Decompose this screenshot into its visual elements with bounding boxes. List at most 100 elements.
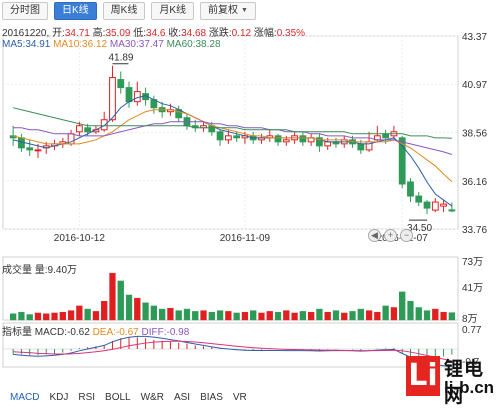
volume-bar (183, 308, 191, 321)
price-tick-label: 43.37 (462, 32, 487, 43)
quote-low-label: 低: (133, 28, 147, 39)
candle-body (440, 203, 447, 207)
volume-bar (225, 311, 232, 321)
volume-bar (208, 311, 215, 321)
indicator-tab-asi[interactable]: ASI (174, 392, 190, 403)
zoom-out-button[interactable]: − (400, 229, 413, 242)
quote-close-label: 收: (168, 28, 182, 39)
candle-body (274, 135, 282, 143)
kline-chart[interactable]: 43.37 40.97 38.56 36.16 33.76 2016-10-12 2016-… (0, 22, 500, 378)
price-tick-label: 36.16 (462, 177, 487, 188)
indicator-tab-rsi[interactable]: RSI (78, 392, 95, 403)
volume-bar (382, 305, 389, 321)
indicator-tab-macd[interactable]: MACD (10, 392, 39, 403)
volume-bar (423, 310, 431, 321)
quote-change-label: 涨跌: (208, 28, 232, 39)
caret-down-icon: ▼ (241, 7, 248, 14)
tab-weekly-k[interactable]: 周K线 (102, 2, 146, 20)
candle-body (407, 181, 414, 197)
volume-bar (43, 313, 50, 321)
quote-high-label: 高: (92, 28, 106, 39)
x-tick-label: 2016-10-12 (54, 233, 106, 244)
volume-bar (258, 312, 265, 321)
watermark-logo: Li 锂电网 li-b.cn (406, 352, 500, 408)
volume-bar (324, 311, 331, 321)
indicator-tab-boll[interactable]: BOLL (105, 392, 131, 403)
volume-bar (101, 301, 108, 321)
volume-bar (84, 308, 91, 321)
volume-bar (291, 312, 298, 321)
volume-bar (432, 308, 439, 321)
watermark-url: li-b.cn (444, 378, 495, 397)
adjust-dropdown[interactable]: 前复权 ▼ (200, 2, 256, 20)
volume-bar (18, 311, 25, 321)
volume-bar (266, 311, 273, 321)
volume-bar (34, 312, 42, 321)
volume-bar (250, 310, 257, 321)
candle-body (448, 209, 456, 212)
volume-bar (117, 280, 124, 321)
candle-body (125, 87, 133, 103)
tab-monthly-k[interactable]: 月K线 (151, 2, 195, 20)
quote-low: 34.6 (146, 28, 166, 39)
dif-value: DIFF:-0.98 (141, 327, 190, 338)
ma-legend: MA5:34.91 MA10:36.12 MA30:37.47 MA60:38.… (2, 39, 221, 50)
candle-body (216, 131, 224, 141)
candle-body (75, 125, 83, 133)
scroll-left-button[interactable]: ◀ (368, 229, 381, 242)
volume-bar (167, 308, 174, 321)
price-tick-label: 33.76 (462, 225, 487, 236)
volume-bar (150, 305, 158, 321)
indicator-tabs: MACD KDJ RSI BOLL W&R ASI BIAS VR (0, 388, 247, 406)
quote-open-label: 开: (52, 28, 65, 39)
volume-bar (200, 310, 207, 321)
tab-daily-k[interactable]: 日K线 (54, 2, 97, 20)
price-tick-label: 40.97 (462, 80, 487, 91)
volume-bar (357, 308, 364, 321)
zoom-in-button[interactable]: + (384, 229, 397, 242)
price-tick-label: 38.56 (462, 129, 487, 140)
candle-body (26, 147, 34, 151)
ma10-label: MA10:36.12 (53, 39, 108, 50)
volume-bar (59, 311, 66, 321)
volume-bar (233, 312, 240, 321)
volume-label: 成交量 量:9.40万 (2, 265, 78, 276)
macd-tick-label: 0.77 (462, 325, 482, 336)
volume-bar (241, 311, 249, 321)
indicator-tab-wr[interactable]: W&R (141, 392, 164, 403)
indicator-tab-kdj[interactable]: KDJ (49, 392, 68, 403)
volume-bar (76, 305, 83, 321)
volume-bar (440, 311, 447, 321)
volume-tick-label: 8万 (462, 314, 478, 325)
ma5-label: MA5:34.91 (2, 39, 51, 50)
indicator-tab-bias[interactable]: BIAS (200, 392, 223, 403)
macd-legend: 指标量 MACD:-0.62 DEA:-0.67 DIFF:-0.98 (2, 323, 189, 338)
candle-body (224, 135, 232, 141)
volume-bar (26, 314, 33, 321)
period-tabs: 分时图 日K线 周K线 月K线 前复权 ▼ (0, 0, 500, 22)
volume-bar (415, 307, 422, 321)
quote-high: 35.09 (105, 28, 131, 39)
volume-bar (283, 310, 290, 321)
volume-bar (175, 310, 182, 321)
volume-bar (274, 311, 282, 321)
candle-body (324, 141, 332, 147)
volume-bar (307, 311, 315, 321)
volume-bar (67, 310, 75, 321)
quote-close: 34.68 (181, 28, 207, 39)
indicator-tab-vr[interactable]: VR (233, 392, 247, 403)
volume-bar (316, 308, 323, 321)
volume-bar (407, 301, 414, 321)
volume-bar (92, 311, 100, 321)
macd-title: 指标量 (2, 327, 32, 338)
quote-line: 20161220, 开:34.71 高:35.09 低:34.6 收:34.68… (2, 28, 306, 39)
ma60-label: MA60:38.28 (166, 39, 221, 50)
tab-intraday[interactable]: 分时图 (2, 2, 48, 20)
dea-value: DEA:-0.67 (92, 327, 139, 338)
chart-nav: ◀ + − (368, 229, 413, 242)
volume-bar (374, 311, 381, 321)
candle-body (431, 201, 439, 211)
max-annotation-label: 41.89 (108, 53, 133, 64)
volume-bar (158, 308, 166, 321)
candle-body (282, 139, 290, 143)
